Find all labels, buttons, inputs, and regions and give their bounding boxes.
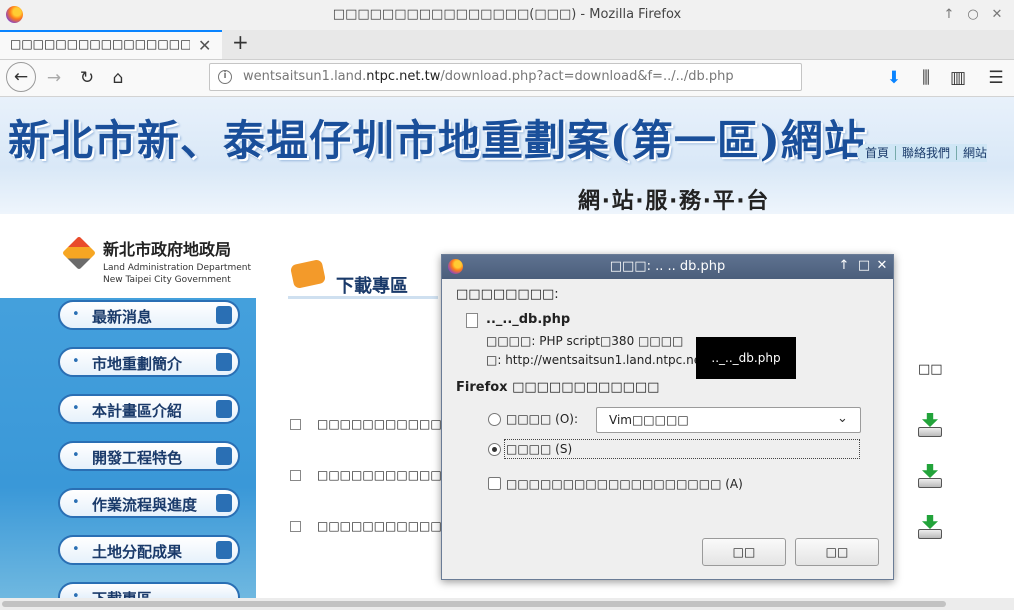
window-maximize-icon[interactable]: ↑ (940, 6, 958, 24)
navigation-toolbar: ← → ↻ ⌂ i wentsaitsun1.land.ntpc.net.tw/… (0, 60, 1014, 97)
download-file-icon[interactable] (918, 413, 942, 439)
sidebar: 新北市政府地政局 Land Administration Department … (0, 228, 256, 598)
file-name: .._.._db.php (486, 312, 571, 327)
cancel-button[interactable]: □□ (795, 538, 879, 566)
arrow-badge-icon (216, 306, 232, 324)
file-source: □: http://wentsaitsun1.land.ntpc.net.tw (486, 353, 698, 367)
menu-icon[interactable]: ☰ (982, 64, 1010, 92)
site-title: 新北市新、泰塭仔圳市地重劃案(第一區)網站 (8, 116, 867, 165)
sidebar-item-intro[interactable]: • 市地重劃簡介 (58, 347, 240, 377)
window-close-icon[interactable]: ✕ (988, 6, 1006, 24)
open-with-select[interactable]: Vim□□□□□ ⌄ (596, 407, 861, 433)
dept-emblem-icon (62, 236, 96, 270)
dialog-title: □□□: .. .. db.php (609, 259, 726, 274)
dialog-titlebar: □□□: .. .. db.php ↑ □ ✕ (442, 255, 893, 279)
download-dialog: □□□: .. .. db.php ↑ □ ✕ □□□□□□□□: .._.._… (441, 254, 894, 580)
url-text: wentsaitsun1.land.ntpc.net.tw/download.p… (243, 69, 734, 84)
dept-name-en-1: Land Administration Department (103, 263, 251, 273)
window-restore-icon[interactable]: ○ (964, 6, 982, 24)
open-with-radio[interactable] (488, 413, 501, 426)
chevron-down-icon: ⌄ (837, 411, 848, 426)
section-header: 下載專區 (288, 258, 438, 300)
remember-checkbox[interactable] (488, 477, 501, 490)
url-bar[interactable]: i wentsaitsun1.land.ntpc.net.tw/download… (209, 63, 802, 91)
sidebar-item-process[interactable]: • 作業流程與進度 (58, 488, 240, 518)
dept-logo: 新北市政府地政局 Land Administration Department … (0, 228, 256, 298)
reload-button[interactable]: ↻ (73, 64, 101, 92)
window-titlebar: □□□□□□□□□□□□□□□□(□□□) - Mozilla Firefox … (0, 0, 1014, 31)
arrow-badge-icon (216, 494, 232, 512)
top-link-contact[interactable]: 聯絡我們 (902, 146, 958, 160)
arrow-badge-icon (216, 400, 232, 418)
dialog-close-icon[interactable]: ✕ (874, 258, 890, 273)
open-with-label[interactable]: □□□□ (O): (506, 412, 578, 426)
download-file-icon[interactable] (918, 515, 942, 541)
table-row[interactable]: □□□□□□□□□□□□□□□□ (317, 519, 442, 533)
column-header: □□ (918, 362, 943, 377)
remember-label[interactable]: □□□□□□□□□□□□□□□□□□□ (A) (506, 477, 743, 491)
dept-name: 新北市政府地政局 (103, 240, 232, 259)
scrollbar-thumb[interactable] (2, 601, 946, 607)
tab-active[interactable]: □□□□□□□□□□□□□□□□□□□ ✕ (0, 30, 222, 59)
dialog-intro: □□□□□□□□: (456, 287, 559, 302)
row-file-icon (290, 419, 301, 430)
top-links: 首頁 聯絡我們 網站 (857, 144, 988, 162)
tab-strip: □□□□□□□□□□□□□□□□□□□ ✕ + (0, 30, 1014, 60)
arrow-badge-icon (216, 353, 232, 371)
info-icon[interactable]: i (218, 70, 232, 84)
tab-close-icon[interactable]: ✕ (198, 36, 211, 55)
row-file-icon (290, 470, 301, 481)
site-subtitle: 網‧站‧服‧務‧平‧台 (578, 189, 771, 214)
file-icon (466, 313, 478, 328)
table-row[interactable]: □□□□□□□□□□□□□□□□ (317, 468, 442, 482)
dept-name-en-2: New Taipei City Government (103, 275, 231, 285)
library-icon[interactable]: ⫼ (912, 64, 940, 92)
dialog-maximize-icon[interactable]: ↑ (836, 258, 852, 273)
top-link-home[interactable]: 首頁 (865, 146, 897, 160)
paperclip-icon (289, 258, 327, 290)
filename-tooltip: .._.._db.php (696, 337, 796, 379)
home-button[interactable]: ⌂ (104, 64, 132, 92)
top-link-site[interactable]: 網站 (963, 146, 987, 160)
sidebar-item-downloads[interactable]: •下載專區 (58, 582, 240, 598)
site-banner: 新北市新、泰塭仔圳市地重劃案(第一區)網站 網‧站‧服‧務‧平‧台 首頁 聯絡我們… (0, 97, 1014, 214)
section-underline (288, 296, 438, 299)
tab-title: □□□□□□□□□□□□□□□□□□□ (10, 37, 190, 51)
action-heading: Firefox □□□□□□□□□□□□ (456, 380, 660, 395)
sidebar-icon[interactable]: ▥ (944, 64, 972, 92)
ok-button[interactable]: □□ (702, 538, 786, 566)
horizontal-scrollbar[interactable] (0, 598, 1014, 610)
sidebar-item-engineering[interactable]: • 開發工程特色 (58, 441, 240, 471)
sidebar-item-area[interactable]: • 本計畫區介紹 (58, 394, 240, 424)
file-type: □□□□: PHP script□380 □□□□ (486, 334, 684, 348)
open-with-app: Vim□□□□□ (609, 413, 689, 427)
download-icon[interactable]: ⬇ (880, 64, 908, 92)
new-tab-icon[interactable]: + (232, 32, 249, 52)
dialog-restore-icon[interactable]: □ (856, 258, 872, 273)
sidebar-item-news[interactable]: • 最新消息 (58, 300, 240, 330)
save-file-radio[interactable] (488, 443, 501, 456)
sidebar-item-allocation[interactable]: • 土地分配成果 (58, 535, 240, 565)
section-title: 下載專區 (336, 276, 408, 297)
arrow-badge-icon (216, 447, 232, 465)
window-title: □□□□□□□□□□□□□□□□(□□□) - Mozilla Firefox (332, 7, 682, 22)
arrow-badge-icon (216, 541, 232, 559)
row-file-icon (290, 521, 301, 532)
table-row[interactable]: □□□□□□□□□□□□□□□□ (317, 417, 442, 431)
save-file-label[interactable]: □□□□ (S) (506, 442, 572, 456)
back-button[interactable]: ← (6, 62, 36, 92)
forward-button[interactable]: → (40, 64, 68, 92)
download-file-icon[interactable] (918, 464, 942, 490)
